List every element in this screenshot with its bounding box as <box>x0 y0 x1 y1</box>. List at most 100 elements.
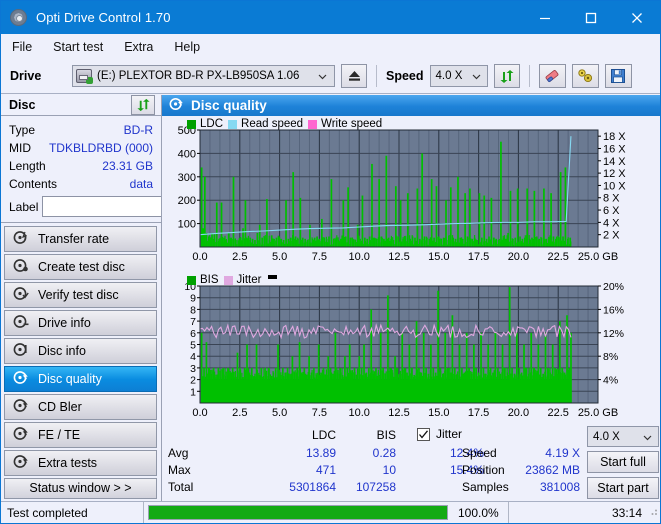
svg-text:15.0: 15.0 <box>428 251 449 263</box>
svg-text:9: 9 <box>190 293 196 305</box>
refresh-button[interactable] <box>493 64 520 88</box>
svg-text:18 X: 18 X <box>603 131 626 143</box>
disc-info-icon <box>13 342 29 360</box>
refresh-icon <box>136 98 150 112</box>
result-speed-select[interactable]: 4.0 X <box>587 426 659 447</box>
summary-row-total-label: Total <box>168 480 194 494</box>
jitter-checkbox[interactable] <box>417 427 430 441</box>
svg-text:2: 2 <box>190 375 196 387</box>
result-speed-select-value: 4.0 X <box>593 430 620 443</box>
drive-icon <box>76 69 93 84</box>
menu-bar: File Start test Extra Help <box>1 34 660 59</box>
eraser-button[interactable] <box>538 64 566 88</box>
sidebar-item-label: Transfer rate <box>38 231 110 246</box>
status-bar: Test completed 100.0% 33:14 <box>1 501 660 523</box>
svg-text:1: 1 <box>190 386 196 398</box>
close-button[interactable] <box>614 1 660 34</box>
legend-swatch-bis <box>187 275 196 285</box>
progress-bar-fill <box>149 506 447 519</box>
disc-panel-header: Disc <box>1 95 161 116</box>
sidebar-item-label: Verify test disc <box>38 287 119 302</box>
menu-item-extra[interactable]: Extra <box>122 38 155 56</box>
eject-button[interactable] <box>341 64 367 88</box>
svg-text:17.5: 17.5 <box>468 407 489 419</box>
svg-text:10.0: 10.0 <box>348 407 369 419</box>
sidebar-item-create-test-disc[interactable]: Create test disc <box>4 253 157 280</box>
app-icon <box>10 9 27 26</box>
tools-icon <box>577 69 592 83</box>
svg-text:200: 200 <box>178 195 196 207</box>
window-buttons <box>522 1 660 34</box>
resize-grip[interactable] <box>648 506 659 520</box>
jitter-checkbox-row[interactable]: Jitter <box>417 427 462 441</box>
ldc-chart-canvas: 1002003004005002 X4 X6 X8 X10 X12 X14 X1… <box>178 125 627 263</box>
svg-text:5.0: 5.0 <box>272 407 287 419</box>
menu-item-help[interactable]: Help <box>172 38 202 56</box>
svg-text:12 X: 12 X <box>603 168 626 180</box>
summary-speed-label: Speed <box>462 446 497 460</box>
disc-field-mid-key: MID <box>9 140 31 155</box>
disc-quality-icon <box>13 370 29 388</box>
legend-item-read-speed: Read speed <box>228 118 303 130</box>
disc-refresh-button[interactable] <box>131 95 155 115</box>
svg-text:400: 400 <box>178 148 196 160</box>
sidebar-nav: Transfer rate Create test disc Verify te… <box>1 223 161 478</box>
menu-item-file[interactable]: File <box>10 38 34 56</box>
sidebar-item-disc-quality[interactable]: Disc quality <box>4 365 157 392</box>
summary-row-max-ldc: 471 <box>315 463 336 477</box>
legend-label-jitter: Jitter <box>236 274 262 286</box>
legend-swatch-ldc <box>187 119 196 129</box>
summary-row-total-ldc: 5301864 <box>289 480 336 494</box>
status-window-button[interactable]: Status window > > <box>4 477 157 500</box>
chevron-down-icon <box>642 432 653 446</box>
svg-text:6: 6 <box>190 328 196 340</box>
svg-text:20.0: 20.0 <box>508 251 529 263</box>
sidebar-item-verify-test-disc[interactable]: Verify test disc <box>4 281 157 308</box>
disc-label-row: Label <box>9 195 248 218</box>
svg-text:300: 300 <box>178 172 196 184</box>
legend-item-bis: BIS <box>187 274 219 286</box>
disc-create-icon <box>13 258 29 276</box>
tools-button[interactable] <box>571 64 599 88</box>
svg-text:8: 8 <box>190 304 196 316</box>
jitter-label: Jitter <box>436 427 463 441</box>
speed-select[interactable]: 4.0 X <box>429 65 488 87</box>
elapsed-time: 33:14 <box>611 505 642 520</box>
bis-chart-legend: BIS Jitter <box>187 274 278 286</box>
sidebar-item-transfer-rate[interactable]: Transfer rate <box>4 225 157 252</box>
sidebar-item-label: Drive info <box>38 315 91 330</box>
legend-item-jitter: Jitter <box>223 274 262 286</box>
svg-text:22.5: 22.5 <box>547 407 568 419</box>
svg-text:25.0 GB: 25.0 GB <box>578 407 618 419</box>
disc-field-contents-key: Contents <box>9 176 58 191</box>
svg-text:10 X: 10 X <box>603 180 626 192</box>
sidebar-item-disc-info[interactable]: Disc info <box>4 337 157 364</box>
sidebar-item-cd-bler[interactable]: CD Bler <box>4 393 157 420</box>
svg-text:7.5: 7.5 <box>312 251 327 263</box>
minimize-button[interactable] <box>522 1 568 34</box>
eject-icon <box>348 71 360 81</box>
sidebar-item-label: Disc info <box>38 343 86 358</box>
maximize-button[interactable] <box>568 1 614 34</box>
eraser-icon <box>545 70 559 83</box>
start-full-button[interactable]: Start full <box>587 451 659 473</box>
start-part-button[interactable]: Start part <box>587 477 659 499</box>
svg-text:5: 5 <box>190 340 196 352</box>
sidebar-item-drive-info[interactable]: Drive info <box>4 309 157 336</box>
chevron-down-icon <box>317 71 328 85</box>
save-button[interactable] <box>604 64 632 88</box>
pane-header: Disc quality <box>162 95 660 116</box>
svg-text:7.5: 7.5 <box>312 407 327 419</box>
svg-text:4 X: 4 X <box>603 217 620 229</box>
sidebar-item-label: Disc quality <box>38 371 102 386</box>
disc-quality-icon <box>169 97 184 114</box>
drive-select[interactable]: (E:) PLEXTOR BD-R PX-LB950SA 1.06 <box>72 65 335 87</box>
svg-text:15.0: 15.0 <box>428 407 449 419</box>
sidebar-item-extra-tests[interactable]: Extra tests <box>4 449 157 476</box>
svg-text:6 X: 6 X <box>603 205 620 217</box>
summary-panel: LDC BIS Jitter Avg 13.89 0.28 12.4% Max … <box>162 424 660 502</box>
menu-item-start-test[interactable]: Start test <box>51 38 105 56</box>
toolbar-separator <box>376 65 377 87</box>
sidebar-item-label: Extra tests <box>38 455 98 470</box>
sidebar-item-fe-te[interactable]: FE / TE <box>4 421 157 448</box>
